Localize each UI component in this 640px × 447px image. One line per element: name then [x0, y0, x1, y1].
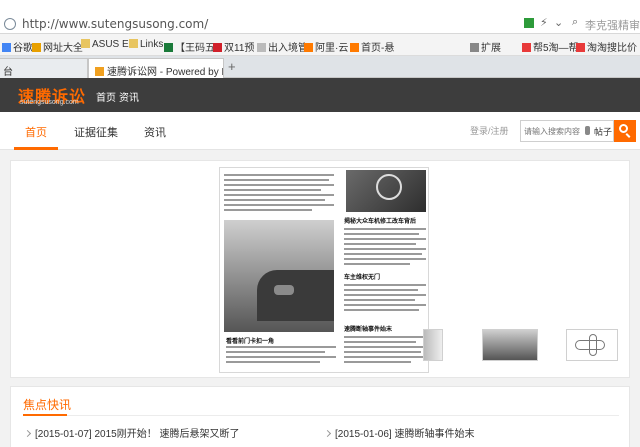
news-item-link[interactable]: 速腾断轴事件始末 [395, 429, 475, 440]
bookmarks-bar: 谷歌 网址大全 ASUS E- Links 【王码五 双11预 出入境管 阿里·… [0, 34, 640, 56]
carousel-thumbnail[interactable] [566, 329, 618, 361]
newspaper-headline: 看看前门卡扣一角 [226, 339, 275, 345]
url-input[interactable]: http://www.sutengsusong.com/ [22, 17, 208, 31]
search-scope-dropdown-icon [585, 126, 590, 135]
newspaper-headline: 揭秘大众车机修工改车背后 [344, 219, 417, 225]
browser-tab-active[interactable]: 速腾诉讼网 - Powered by Dis [88, 58, 224, 78]
car-photo [224, 220, 334, 332]
bookmark-item[interactable]: ASUS E- [81, 39, 132, 50]
search-icon[interactable]: ⌕ [572, 16, 578, 29]
newspaper-headline: 车主维权无门 [344, 275, 381, 281]
nav-home[interactable]: 首页 [25, 124, 47, 140]
browser-tab-bar: 台 速腾诉讼网 - Powered by Dis + [0, 56, 640, 78]
browser-tab[interactable]: 台 [0, 58, 88, 78]
chevron-right-icon [23, 429, 32, 438]
chevron-right-icon [323, 429, 332, 438]
section-divider [23, 415, 619, 416]
site-search-button[interactable] [614, 120, 636, 142]
lightning-icon[interactable]: ⚡ [540, 16, 548, 29]
news-item-link[interactable]: 2015刚开始！ 速腾后悬架又断了 [95, 429, 240, 440]
site-favicon-icon [95, 67, 104, 76]
bookmark-item[interactable]: 淘淘搜比价 [576, 39, 637, 54]
site-header: 速腾诉讼 sutengsusong.com 首页 资讯 [0, 78, 640, 112]
hero-carousel[interactable]: 看看前门卡扣一角 揭秘大众车机修工改车背后 车主维权无门 速腾断轴事件始末 [10, 160, 630, 378]
section-title: 焦点快讯 [23, 398, 72, 412]
nav-active-indicator [14, 147, 58, 150]
extensions-menu[interactable]: 扩展 [470, 39, 501, 54]
bookmark-item[interactable]: 帮5淘—帮5 [522, 39, 584, 54]
new-tab-button[interactable]: + [228, 59, 236, 74]
bookmark-item[interactable]: 双11预 [213, 39, 254, 54]
topnav-news[interactable]: 资讯 [119, 89, 139, 104]
search-scope-select[interactable]: 帖子 [594, 125, 612, 138]
bookmark-item[interactable]: Links [129, 39, 163, 50]
search-icon [619, 124, 628, 133]
focus-news-section: 焦点快讯 [2015-01-07] 2015刚开始！ 速腾后悬架又断了 [201… [10, 386, 630, 447]
bookmark-item[interactable]: 阿里·云 [304, 39, 348, 54]
globe-icon [4, 18, 16, 30]
newspaper-headline: 速腾断轴事件始末 [344, 327, 393, 333]
browser-address-bar: http://www.sutengsusong.com/ ⚡ ⌄ ⌕ 李克强精审… [0, 0, 640, 34]
bookmark-item[interactable]: 网址大全 [32, 39, 83, 54]
topnav-home[interactable]: 首页 [96, 89, 116, 104]
bookmark-item[interactable]: 【王码五 [164, 39, 215, 54]
site-logo-domain: sutengsusong.com [20, 99, 79, 106]
wheel-photo [346, 170, 426, 212]
login-register-link[interactable]: 登录/注册 [470, 124, 509, 137]
browser-search-input[interactable]: 李克强精审计 [585, 17, 640, 33]
green-shield-icon[interactable] [524, 18, 534, 28]
news-item[interactable]: [2015-01-07] 2015刚开始！ 速腾后悬架又断了 [23, 425, 240, 440]
section-title-underline [23, 414, 67, 416]
site-search-input[interactable] [524, 124, 584, 138]
bookmark-item[interactable]: 首页-悬 [350, 39, 394, 54]
site-search: 帖子 [520, 120, 614, 142]
news-item[interactable]: [2015-01-06] 速腾断轴事件始末 [323, 425, 475, 440]
newspaper-image[interactable]: 看看前门卡扣一角 揭秘大众车机修工改车背后 车主维权无门 速腾断轴事件始末 [219, 167, 429, 373]
carousel-thumbnail[interactable] [423, 329, 443, 361]
nav-evidence[interactable]: 证据征集 [74, 124, 118, 140]
main-nav: 首页 证据征集 资讯 登录/注册 帖子 [0, 112, 640, 150]
bookmark-item[interactable]: 谷歌 [2, 39, 33, 54]
bookmark-item[interactable]: 出入境管 [257, 39, 308, 54]
carousel-thumbnail[interactable] [482, 329, 538, 361]
nav-news[interactable]: 资讯 [144, 124, 166, 140]
chevron-down-icon[interactable]: ⌄ [554, 16, 563, 29]
